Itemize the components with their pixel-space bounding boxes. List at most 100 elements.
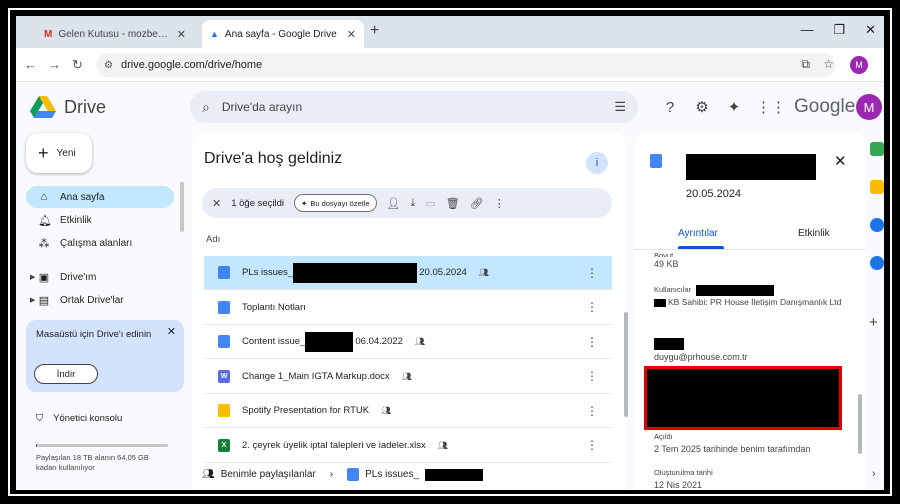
clear-selection-icon[interactable]: ✕ <box>212 197 221 210</box>
active-tab-indicator <box>678 246 724 249</box>
gear-icon[interactable]: ⚙ <box>692 98 712 118</box>
size-value: 49 KB <box>654 259 679 269</box>
doc-file-icon <box>218 300 230 314</box>
sparkle-icon: ✦ <box>301 198 308 208</box>
sidebar-item-shared-drives[interactable]: ▶ ▤ Ortak Drive'lar <box>26 289 174 311</box>
sidebar-item-home[interactable]: ⌂ Ana sayfa <box>26 186 174 208</box>
tab-activity[interactable]: Etkinlik <box>798 228 830 239</box>
install-app-icon[interactable]: ⧉ <box>801 57 810 72</box>
workspaces-icon: ⁂ <box>38 237 50 250</box>
address-bar-row: ← → ↻ ⚙ drive.google.com/drive/home ⧉ ☆ … <box>16 48 884 82</box>
more-options-icon[interactable]: ⋮ <box>586 300 598 314</box>
install-button[interactable]: İndir <box>34 364 98 384</box>
file-row[interactable]: Spotify Presentation for RTUK 👥︎ ⋮ <box>204 394 612 428</box>
search-bar[interactable]: ⌕ Drive'da arayın ☰ <box>190 91 638 123</box>
sidebar-item-workspaces[interactable]: ⁂ Çalışma alanları <box>26 232 174 254</box>
account-avatar[interactable]: M <box>856 94 882 120</box>
share-icon[interactable]: 👤︎ <box>387 197 401 210</box>
summarize-button[interactable]: ✦ Bu dosyayı özetle <box>294 194 377 212</box>
promo-text: Masaüstü için Drive'ı edinin <box>36 329 152 340</box>
trash-icon[interactable]: 🗑︎ <box>446 197 460 210</box>
details-panel: 20.05.2024 ✕ Ayrıntılar Etkinlik Boyut 4… <box>634 132 866 490</box>
users-label: Kullanıcılar <box>654 285 692 294</box>
google-label: Google <box>794 96 856 117</box>
calendar-icon[interactable] <box>870 142 884 156</box>
close-tab-icon[interactable]: ✕ <box>177 28 186 41</box>
help-icon[interactable]: ? <box>660 98 680 118</box>
chevron-right-icon[interactable]: › <box>872 468 876 480</box>
close-icon[interactable]: ✕ <box>167 326 176 339</box>
details-scrollbar[interactable] <box>858 394 862 454</box>
gemini-icon[interactable]: ✦ <box>724 98 744 118</box>
add-addon-icon[interactable]: + <box>869 314 878 331</box>
download-icon[interactable]: ⤓ <box>411 197 416 210</box>
tab-title: Gelen Kutusu - mozbek@istanb <box>58 28 170 40</box>
drive-logo[interactable]: Drive <box>30 96 106 118</box>
tab-gmail[interactable]: M Gelen Kutusu - mozbek@istanb ✕ <box>36 20 194 48</box>
minimize-icon[interactable]: — <box>800 22 813 38</box>
footer-file-link[interactable]: PLs issues_ <box>347 468 484 481</box>
profile-avatar[interactable]: M <box>850 56 868 74</box>
file-row[interactable]: Content issue_ 06.04.2022 👥︎ ⋮ <box>204 325 612 359</box>
summarize-label: Bu dosyayı özetle <box>310 198 370 208</box>
link-icon[interactable]: 🔗︎ <box>470 197 484 210</box>
sidebar-scrollbar[interactable] <box>180 182 184 232</box>
doc-file-icon <box>218 335 230 348</box>
my-drive-icon: ▣ <box>38 271 50 284</box>
tab-details[interactable]: Ayrıntılar <box>678 228 718 239</box>
footer-file-label: PLs issues_ <box>365 469 420 480</box>
details-title-date: 20.05.2024 <box>686 188 742 200</box>
site-info-icon[interactable]: ⚙ <box>104 60 113 71</box>
redaction-block <box>425 468 484 481</box>
redaction-block <box>654 299 666 307</box>
close-window-icon[interactable]: ✕ <box>865 22 876 38</box>
window-controls: — ❐ ✕ <box>800 22 876 38</box>
file-name: Toplantı Notları <box>242 301 306 313</box>
new-button[interactable]: + Yeni <box>26 133 92 173</box>
admin-console-link[interactable]: ⛉ Yönetici konsolu <box>36 413 122 424</box>
more-options-icon[interactable]: ⋮ <box>586 266 598 280</box>
column-header-name[interactable]: Adı <box>206 234 220 245</box>
more-options-icon[interactable]: ⋮ <box>586 438 598 452</box>
forward-icon[interactable]: → <box>48 57 61 72</box>
close-tab-icon[interactable]: ✕ <box>347 28 356 41</box>
file-row[interactable]: Toplantı Notları ⋮ <box>204 291 612 325</box>
move-icon[interactable]: ▭ <box>425 197 435 210</box>
more-actions-icon[interactable]: ⋮ <box>494 197 505 210</box>
word-file-icon: W <box>218 369 230 383</box>
owner-text: KB Sahibi: PR House İletişim Danışmanlık… <box>668 297 842 307</box>
expand-caret-icon[interactable]: ▶ <box>30 273 35 281</box>
info-icon[interactable]: i <box>586 152 608 174</box>
file-name: Spotify Presentation for RTUK <box>242 405 370 416</box>
file-row[interactable]: X 2. çeyrek üyelik iptal talepleri ve iad… <box>204 429 612 463</box>
expand-caret-icon[interactable]: ▶ <box>30 296 35 304</box>
sidebar-item-activity[interactable]: 🔔︎ Etkinlik <box>26 209 174 231</box>
more-options-icon[interactable]: ⋮ <box>586 335 598 349</box>
close-icon[interactable]: ✕ <box>834 152 847 170</box>
reload-icon[interactable]: ↻ <box>72 57 83 73</box>
page-title: Drive'a hoş geldiniz <box>204 150 343 167</box>
main-scrollbar[interactable] <box>624 312 628 417</box>
doc-file-icon <box>650 154 662 168</box>
more-options-icon[interactable]: ⋮ <box>586 369 598 383</box>
more-options-icon[interactable]: ⋮ <box>586 404 598 418</box>
bookmark-star-icon[interactable]: ☆ <box>823 57 834 71</box>
tasks-icon[interactable] <box>870 218 884 232</box>
contacts-icon[interactable] <box>870 256 884 270</box>
apps-grid-icon[interactable]: ⋮⋮ <box>756 98 786 118</box>
admin-console-label: Yönetici konsolu <box>53 413 123 424</box>
restore-icon[interactable]: ❐ <box>833 22 845 38</box>
file-row[interactable]: PLs issues_ 20.05.2024 👥︎ ⋮ <box>204 256 612 290</box>
file-row[interactable]: W Change 1_Main IGTA Markup.docx 👥︎ ⋮ <box>204 360 612 394</box>
keep-icon[interactable] <box>870 180 884 194</box>
app-name: Drive <box>64 96 107 117</box>
sidebar-item-my-drive[interactable]: ▶ ▣ Drive'ım <box>26 266 174 288</box>
search-options-icon[interactable]: ☰ <box>614 99 626 115</box>
url-field[interactable]: ⚙ drive.google.com/drive/home <box>96 53 836 77</box>
search-input[interactable]: Drive'da arayın <box>222 100 302 114</box>
back-icon[interactable]: ← <box>24 57 37 72</box>
tab-drive[interactable]: ▲ Ana sayfa - Google Drive ✕ <box>202 20 364 48</box>
new-tab-icon[interactable]: + <box>370 22 379 40</box>
created-value: 12 Nis 2021 <box>654 480 703 490</box>
shared-with-me-link[interactable]: 👥︎ Benimle paylaşılanlar <box>202 469 316 480</box>
